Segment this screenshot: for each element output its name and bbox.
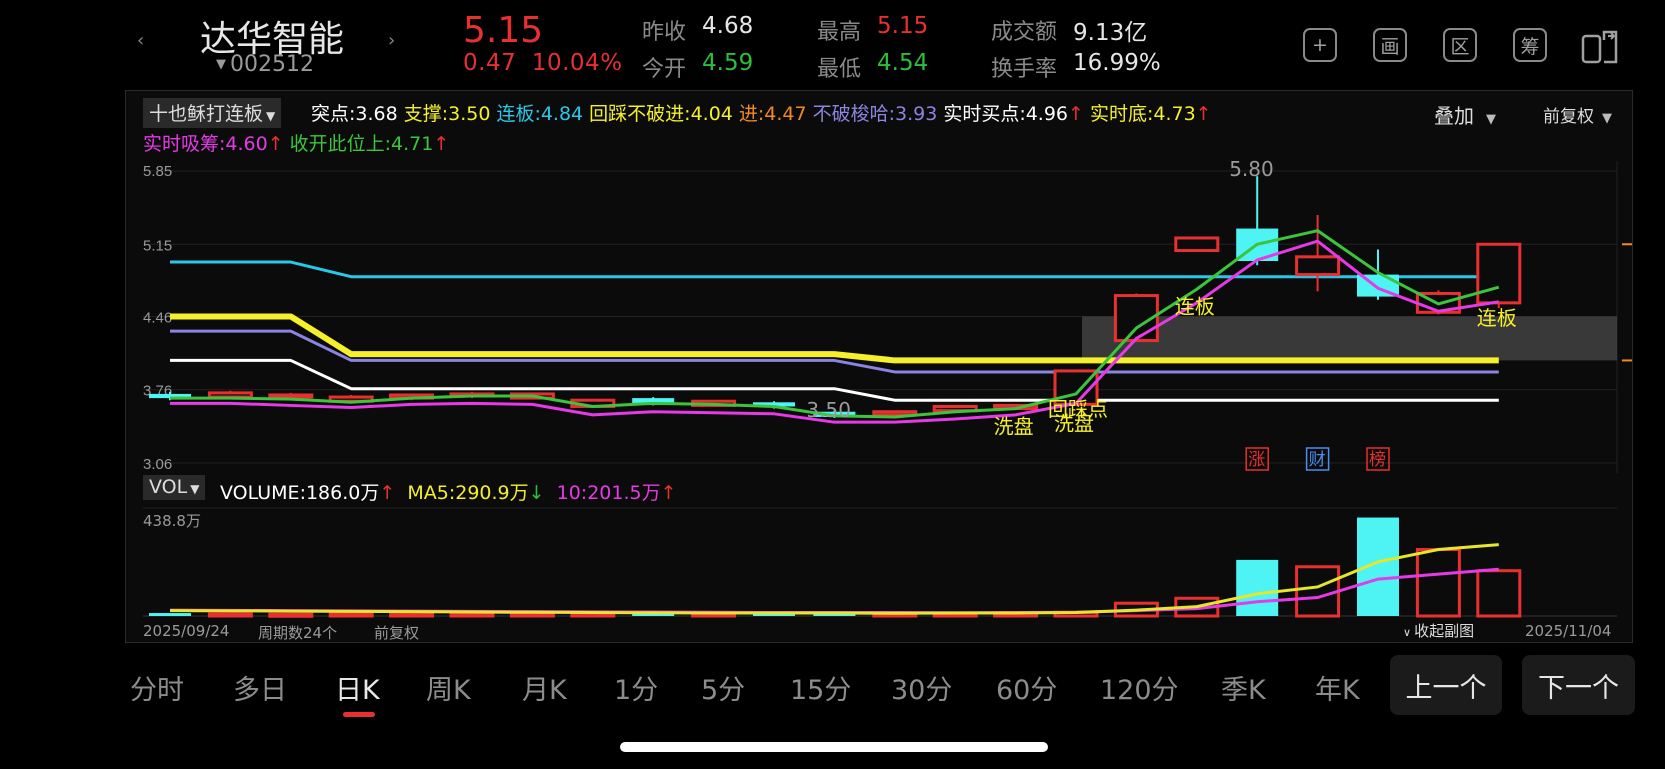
period-tab[interactable]: 年K — [1315, 668, 1360, 707]
volume-values: VOLUME:186.0万↑ MA5:290.9万↓ 10:201.5万↑ — [220, 478, 677, 505]
chevron-down-icon: ∨ — [1403, 626, 1412, 639]
y-tick-label: 5.85 — [143, 163, 172, 180]
y-tick-label: 5.15 — [143, 237, 172, 254]
prev-button[interactable]: 上一个 — [1390, 655, 1502, 715]
svg-text:涨: 涨 — [1248, 450, 1265, 470]
period-count: 周期数24个 — [258, 624, 338, 642]
event-badge[interactable]: 涨 — [1245, 447, 1269, 471]
period-tab[interactable]: 5分 — [701, 668, 745, 707]
candle[interactable] — [1236, 176, 1279, 266]
chart-annotation: 5.80 — [1229, 157, 1274, 181]
ma10-label: 10: — [556, 482, 588, 504]
active-tab-indicator — [343, 712, 375, 717]
period-tab[interactable]: 日K — [335, 668, 380, 707]
period-tab[interactable]: 多日 — [233, 668, 287, 707]
svg-text:财: 财 — [1309, 450, 1326, 470]
svg-text:榜: 榜 — [1369, 450, 1386, 470]
collapse-label: 收起副图 — [1414, 622, 1475, 640]
volume-value: 186.0万 — [305, 482, 380, 504]
volume-bar — [1415, 548, 1461, 618]
period-tab[interactable]: 60分 — [996, 668, 1057, 707]
candle[interactable] — [1476, 242, 1522, 309]
volume-bar — [1476, 569, 1522, 618]
ma10-value: 201.5万 — [587, 482, 661, 504]
volume-max-label: 438.8万 — [143, 512, 201, 530]
up-arrow-icon: ↑ — [379, 482, 396, 504]
volume-label: VOLUME: — [220, 482, 306, 504]
event-badge[interactable]: 榜 — [1366, 447, 1390, 471]
chart-annotation: 3.50 — [806, 398, 851, 422]
ma5-label: MA5: — [407, 482, 456, 504]
period-tab[interactable]: 15分 — [790, 668, 851, 707]
period-tab[interactable]: 分时 — [130, 668, 184, 707]
candle[interactable] — [1357, 249, 1399, 300]
chart-annotation: 洗盘 — [1054, 412, 1094, 436]
volume-bar — [207, 612, 253, 618]
down-arrow-icon: ↓ — [528, 482, 545, 504]
chart-annotation: 洗盘 — [994, 415, 1034, 439]
y-tick-label: 3.06 — [143, 456, 172, 473]
period-tab[interactable]: 周K — [426, 668, 471, 707]
volume-bar — [1295, 565, 1341, 618]
volume-bar — [328, 611, 374, 618]
candle[interactable] — [1174, 236, 1220, 253]
chart-annotation: 连板 — [1175, 294, 1215, 318]
up-arrow-icon: ↑ — [660, 482, 677, 504]
volume-indicator-selector[interactable]: VOL ▼ — [143, 475, 206, 500]
y-tick-label: 4.46 — [143, 309, 172, 326]
period-tab[interactable]: 月K — [522, 668, 567, 707]
start-date: 2025/09/24 — [143, 622, 230, 640]
volume-bar — [389, 612, 435, 618]
volume-bar — [268, 612, 314, 618]
chart-annotation: 连板 — [1477, 306, 1517, 330]
volume-bar — [1236, 559, 1279, 616]
volume-bar — [449, 612, 495, 618]
collapse-subchart-button[interactable]: ∨ 收起副图 — [1403, 620, 1474, 641]
volume-indicator-name: VOL — [149, 476, 188, 498]
footer-adjust: 前复权 — [374, 624, 420, 642]
home-indicator — [620, 742, 1048, 752]
ma5-value: 290.9万 — [455, 482, 529, 504]
period-tab[interactable]: 季K — [1221, 668, 1266, 707]
next-button[interactable]: 下一个 — [1522, 655, 1635, 715]
period-tab[interactable]: 1分 — [614, 668, 658, 707]
caret-down-icon: ▼ — [190, 482, 200, 496]
event-badge[interactable]: 财 — [1305, 447, 1330, 471]
period-tab[interactable]: 30分 — [891, 668, 952, 707]
breakout-line — [170, 358, 1499, 402]
volume-bar — [509, 612, 555, 618]
price-chart[interactable]: 5.855.154.463.763.065.803.50洗盘回踩点洗盘连板 连板涨… — [0, 0, 1665, 769]
end-date: 2025/11/04 — [1525, 622, 1612, 640]
period-tab[interactable]: 120分 — [1100, 668, 1179, 707]
volume-bar — [149, 613, 191, 616]
